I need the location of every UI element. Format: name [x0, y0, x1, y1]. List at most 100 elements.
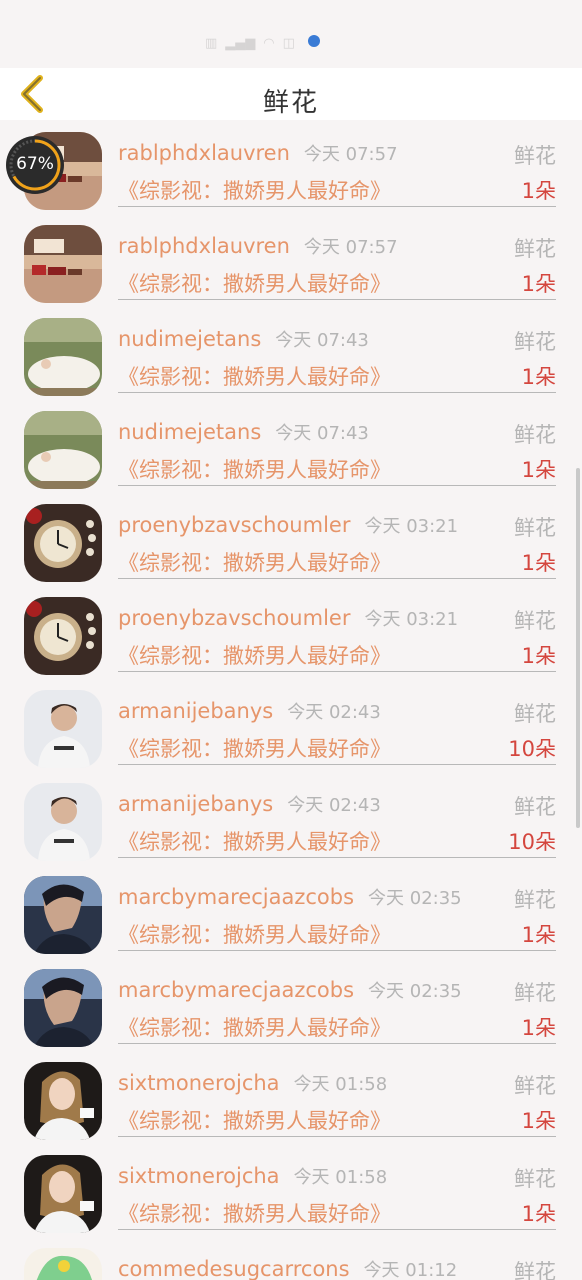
- username[interactable]: proenybzavschoumler 今天 03:21: [118, 512, 458, 538]
- avatar[interactable]: [24, 1248, 102, 1280]
- avatar[interactable]: [24, 504, 102, 582]
- username[interactable]: marcbymarecjaazcobs 今天 02:35: [118, 884, 462, 910]
- book-title[interactable]: 《综影视：撒娇男人最好命》: [118, 361, 391, 391]
- book-title[interactable]: 《综影视：撒娇男人最好命》: [118, 640, 391, 670]
- list-item[interactable]: sixtmonerojcha 今天 01:58 鲜花《综影视：撒娇男人最好命》 1朵: [0, 1050, 582, 1143]
- divider: [118, 299, 556, 300]
- avatar[interactable]: [24, 318, 102, 396]
- gift-type: 鲜花: [514, 144, 556, 168]
- avatar[interactable]: [24, 411, 102, 489]
- signal-icon: ▂▄▆: [225, 35, 256, 51]
- avatar[interactable]: [24, 225, 102, 303]
- gift-type: 鲜花: [514, 1167, 556, 1191]
- gift-count: 1朵: [521, 458, 556, 482]
- timestamp: 今天 01:58: [293, 1074, 388, 1095]
- username[interactable]: commedesugcarrcons 今天 01:12: [118, 1256, 457, 1280]
- username-text[interactable]: nudimejetans: [118, 327, 261, 351]
- username[interactable]: armanijebanys 今天 02:43: [118, 698, 381, 724]
- book-title[interactable]: 《综影视：撒娇男人最好命》: [118, 919, 391, 949]
- nfc-icon: ◫: [282, 35, 295, 51]
- divider: [118, 950, 556, 951]
- timestamp: 今天 01:12: [363, 1260, 458, 1280]
- username-text[interactable]: armanijebanys: [118, 792, 273, 816]
- timestamp: 今天 07:43: [275, 423, 369, 444]
- gift-type: 鲜花: [514, 702, 556, 726]
- avatar[interactable]: [24, 1155, 102, 1233]
- username-text[interactable]: sixtmonerojcha: [118, 1071, 280, 1095]
- list-item[interactable]: marcbymarecjaazcobs 今天 02:35 鲜花《综影视：撒娇男人最好…: [0, 957, 582, 1050]
- book-title[interactable]: 《综影视：撒娇男人最好命》: [118, 268, 391, 298]
- avatar[interactable]: [24, 1062, 102, 1140]
- list-item[interactable]: marcbymarecjaazcobs 今天 02:35 鲜花《综影视：撒娇男人最好…: [0, 864, 582, 957]
- page-title: 鲜花: [262, 88, 319, 118]
- username-text[interactable]: proenybzavschoumler: [118, 513, 350, 537]
- status-icons: ▥ ▂▄▆ ◠ ◫: [205, 34, 295, 52]
- avatar[interactable]: [24, 783, 102, 861]
- avatar[interactable]: [24, 690, 102, 768]
- gift-type: 鲜花: [514, 1260, 556, 1280]
- book-title[interactable]: 《综影视：撒娇男人最好命》: [118, 1105, 391, 1135]
- avatar[interactable]: [24, 876, 102, 954]
- gift-count: 1朵: [521, 644, 556, 668]
- book-title[interactable]: 《综影视：撒娇男人最好命》: [118, 826, 391, 856]
- list-item[interactable]: commedesugcarrcons今天 01:12鲜花《综影视：撒娇男人最好命…: [0, 1236, 582, 1280]
- username-text[interactable]: rablphdxlauvren: [118, 141, 290, 165]
- username[interactable]: nudimejetans 今天 07:43: [118, 419, 369, 445]
- list-item[interactable]: armanijebanys 今天 02:43 鲜花《综影视：撒娇男人最好命》 10朵: [0, 678, 582, 771]
- gift-count: 1朵: [521, 1109, 556, 1133]
- gift-type: 鲜花: [514, 981, 556, 1005]
- book-title[interactable]: 《综影视：撒娇男人最好命》: [118, 175, 391, 205]
- scrollbar[interactable]: [576, 468, 580, 828]
- username-text[interactable]: proenybzavschoumler: [118, 606, 350, 630]
- username[interactable]: nudimejetans 今天 07:43: [118, 326, 369, 352]
- gift-count: 1朵: [521, 1016, 556, 1040]
- list-item[interactable]: proenybzavschoumler 今天 03:21 鲜花 《综影视：撒娇男人最好…: [0, 585, 582, 678]
- username-text[interactable]: commedesugcarrcons: [118, 1257, 350, 1280]
- wifi-icon: ◠: [263, 35, 275, 51]
- list-item[interactable]: nudimejetans 今天 07:43 鲜花 《综影视：撒娇男人最好命》 1朵: [0, 306, 582, 399]
- timestamp: 今天 07:43: [275, 330, 369, 351]
- gift-type: 鲜花: [514, 237, 556, 261]
- gift-count: 10朵: [508, 737, 556, 761]
- username-text[interactable]: marcbymarecjaazcobs: [118, 885, 354, 909]
- username[interactable]: proenybzavschoumler 今天 03:21: [118, 605, 458, 631]
- timestamp: 今天 02:35: [368, 888, 462, 909]
- username[interactable]: marcbymarecjaazcobs 今天 02:35: [118, 977, 462, 1003]
- avatar[interactable]: [24, 597, 102, 675]
- username-text[interactable]: sixtmonerojcha: [118, 1164, 280, 1188]
- book-title[interactable]: 《综影视：撒娇男人最好命》: [118, 547, 391, 577]
- browser-icon: [308, 35, 320, 47]
- list-item[interactable]: armanijebanys 今天 02:43 鲜花 《综影视：撒娇男人最好命》 10朵: [0, 771, 582, 864]
- gift-type: 鲜花: [514, 888, 556, 912]
- username-text[interactable]: rablphdxlauvren: [118, 234, 290, 258]
- list-item[interactable]: nudimejetans 今天 07:43 鲜花 《综影视：撒娇男人最好命》 1朵: [0, 399, 582, 492]
- divider: [118, 392, 556, 393]
- book-title[interactable]: 《综影视：撒娇男人最好命》: [118, 1012, 391, 1042]
- username[interactable]: rablphdxlauvren 今天 07:57: [118, 233, 398, 259]
- timestamp: 今天 03:21: [364, 516, 459, 537]
- list-item[interactable]: sixtmonerojcha 今天 01:58 鲜花 《综影视：撒娇男人最好命》 1朵: [0, 1143, 582, 1236]
- progress-badge[interactable]: 67%: [6, 136, 64, 194]
- username-text[interactable]: armanijebanys: [118, 699, 273, 723]
- list-item[interactable]: proenybzavschoumler 今天 03:21 鲜花 《综影视：撒娇男人最好…: [0, 492, 582, 585]
- gift-count: 1朵: [521, 551, 556, 575]
- timestamp: 今天 03:21: [364, 609, 459, 630]
- username[interactable]: sixtmonerojcha 今天 01:58: [118, 1163, 387, 1189]
- timestamp: 今天 07:57: [303, 144, 398, 165]
- list-item[interactable]: rablphdxlauvren 今天 07:57 鲜花 《综影视：撒娇男人最好命》 1朵: [0, 213, 582, 306]
- divider: [118, 578, 556, 579]
- username[interactable]: rablphdxlauvren 今天 07:57: [118, 140, 398, 166]
- divider: [118, 857, 556, 858]
- book-title[interactable]: 《综影视：撒娇男人最好命》: [118, 1198, 391, 1228]
- gift-list[interactable]: rablphdxlauvren 今天 07:57 鲜花 《综影视：撒娇男人最好命》 1朵…: [0, 120, 582, 1280]
- book-title[interactable]: 《综影视：撒娇男人最好命》: [118, 454, 391, 484]
- book-title[interactable]: 《综影视：撒娇男人最好命》: [118, 733, 391, 763]
- timestamp: 今天 02:43: [287, 702, 381, 723]
- username-text[interactable]: nudimejetans: [118, 420, 261, 444]
- avatar[interactable]: [24, 969, 102, 1047]
- username[interactable]: armanijebanys 今天 02:43: [118, 791, 381, 817]
- username-text[interactable]: marcbymarecjaazcobs: [118, 978, 354, 1002]
- gift-type: 鲜花: [514, 1074, 556, 1098]
- username[interactable]: sixtmonerojcha 今天 01:58: [118, 1070, 387, 1096]
- list-item[interactable]: rablphdxlauvren 今天 07:57 鲜花 《综影视：撒娇男人最好命》 1朵: [0, 120, 582, 213]
